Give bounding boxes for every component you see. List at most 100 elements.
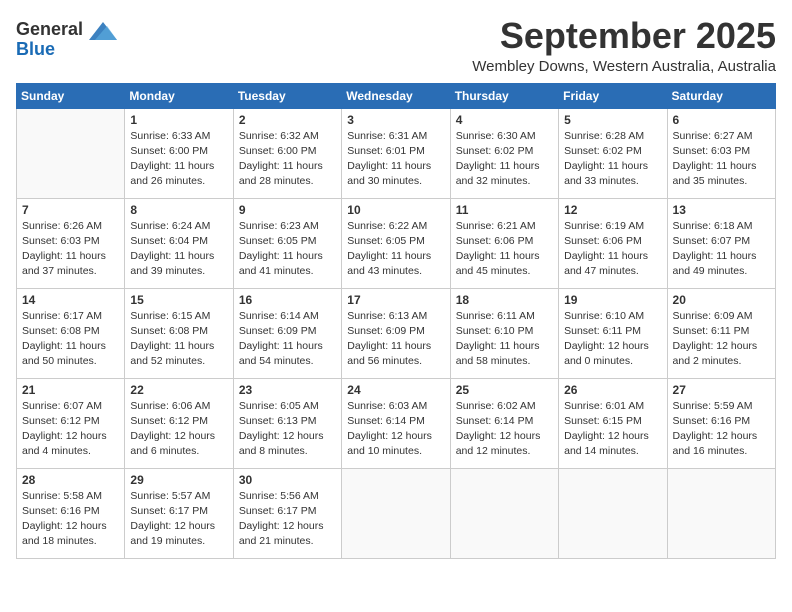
calendar-cell: 25Sunrise: 6:02 AMSunset: 6:14 PMDayligh… (450, 378, 558, 468)
day-info: Sunrise: 5:59 AMSunset: 6:16 PMDaylight:… (673, 399, 770, 460)
calendar-cell: 16Sunrise: 6:14 AMSunset: 6:09 PMDayligh… (233, 288, 341, 378)
calendar-cell: 9Sunrise: 6:23 AMSunset: 6:05 PMDaylight… (233, 198, 341, 288)
day-info: Sunrise: 6:01 AMSunset: 6:15 PMDaylight:… (564, 399, 661, 460)
calendar-cell (342, 468, 450, 558)
week-row-3: 14Sunrise: 6:17 AMSunset: 6:08 PMDayligh… (17, 288, 776, 378)
day-number: 4 (456, 113, 553, 127)
calendar-cell: 4 Sunrise: 6:30 AMSunset: 6:02 PMDaylight… (450, 108, 558, 198)
day-info: Sunrise: 6:26 AMSunset: 6:03 PMDaylight:… (22, 219, 119, 280)
day-info: Sunrise: 6:11 AMSunset: 6:10 PMDaylight:… (456, 309, 553, 370)
calendar-cell: 12 Sunrise: 6:19 AMSunset: 6:06 PMDayligh… (559, 198, 667, 288)
day-number: 10 (347, 203, 444, 217)
day-number: 5 (564, 113, 661, 127)
day-info: Sunrise: 5:57 AMSunset: 6:17 PMDaylight:… (130, 489, 227, 550)
calendar-cell: 27 Sunrise: 5:59 AMSunset: 6:16 PMDayligh… (667, 378, 775, 468)
month-title: September 2025 (472, 16, 776, 56)
calendar-cell: 11 Sunrise: 6:21 AMSunset: 6:06 PMDayligh… (450, 198, 558, 288)
day-number: 1 (130, 113, 227, 127)
day-info: Sunrise: 6:05 AMSunset: 6:13 PMDaylight:… (239, 399, 336, 460)
calendar-body: 1 Sunrise: 6:33 AMSunset: 6:00 PMDaylight… (17, 108, 776, 558)
calendar-cell: 18Sunrise: 6:11 AMSunset: 6:10 PMDayligh… (450, 288, 558, 378)
calendar-cell: 8 Sunrise: 6:24 AMSunset: 6:04 PMDaylight… (125, 198, 233, 288)
calendar-cell: 21 Sunrise: 6:07 AMSunset: 6:12 PMDayligh… (17, 378, 125, 468)
col-header-sunday: Sunday (17, 83, 125, 108)
day-info: Sunrise: 6:06 AMSunset: 6:12 PMDaylight:… (130, 399, 227, 460)
day-info: Sunrise: 6:21 AMSunset: 6:06 PMDaylight:… (456, 219, 553, 280)
calendar-cell: 29 Sunrise: 5:57 AMSunset: 6:17 PMDayligh… (125, 468, 233, 558)
day-number: 2 (239, 113, 336, 127)
calendar-cell: 24Sunrise: 6:03 AMSunset: 6:14 PMDayligh… (342, 378, 450, 468)
day-info: Sunrise: 6:10 AMSunset: 6:11 PMDaylight:… (564, 309, 661, 370)
day-number: 11 (456, 203, 553, 217)
day-number: 6 (673, 113, 770, 127)
title-block: September 2025 Wembley Downs, Western Au… (472, 16, 776, 75)
day-info: Sunrise: 6:24 AMSunset: 6:04 PMDaylight:… (130, 219, 227, 280)
day-number: 17 (347, 293, 444, 307)
day-info: Sunrise: 6:27 AMSunset: 6:03 PMDaylight:… (673, 129, 770, 190)
day-number: 23 (239, 383, 336, 397)
day-info: Sunrise: 6:32 AMSunset: 6:00 PMDaylight:… (239, 129, 336, 190)
calendar-cell: 23 Sunrise: 6:05 AMSunset: 6:13 PMDayligh… (233, 378, 341, 468)
day-number: 21 (22, 383, 119, 397)
logo-blue-text: Blue (16, 39, 55, 59)
calendar-cell: 1 Sunrise: 6:33 AMSunset: 6:00 PMDaylight… (125, 108, 233, 198)
col-header-thursday: Thursday (450, 83, 558, 108)
day-info: Sunrise: 6:31 AMSunset: 6:01 PMDaylight:… (347, 129, 444, 190)
calendar-table: SundayMondayTuesdayWednesdayThursdayFrid… (16, 83, 776, 559)
calendar-cell: 10Sunrise: 6:22 AMSunset: 6:05 PMDayligh… (342, 198, 450, 288)
day-info: Sunrise: 6:14 AMSunset: 6:09 PMDaylight:… (239, 309, 336, 370)
day-info: Sunrise: 6:09 AMSunset: 6:11 PMDaylight:… (673, 309, 770, 370)
day-info: Sunrise: 6:33 AMSunset: 6:00 PMDaylight:… (130, 129, 227, 190)
calendar-cell (667, 468, 775, 558)
day-number: 8 (130, 203, 227, 217)
calendar-cell: 15Sunrise: 6:15 AMSunset: 6:08 PMDayligh… (125, 288, 233, 378)
week-row-4: 21 Sunrise: 6:07 AMSunset: 6:12 PMDayligh… (17, 378, 776, 468)
day-number: 12 (564, 203, 661, 217)
day-info: Sunrise: 6:13 AMSunset: 6:09 PMDaylight:… (347, 309, 444, 370)
calendar-cell (450, 468, 558, 558)
day-number: 28 (22, 473, 119, 487)
day-info: Sunrise: 6:28 AMSunset: 6:02 PMDaylight:… (564, 129, 661, 190)
calendar-cell: 14Sunrise: 6:17 AMSunset: 6:08 PMDayligh… (17, 288, 125, 378)
calendar-cell: 2 Sunrise: 6:32 AMSunset: 6:00 PMDaylight… (233, 108, 341, 198)
calendar-cell: 5 Sunrise: 6:28 AMSunset: 6:02 PMDaylight… (559, 108, 667, 198)
calendar-header: SundayMondayTuesdayWednesdayThursdayFrid… (17, 83, 776, 108)
col-header-wednesday: Wednesday (342, 83, 450, 108)
day-number: 29 (130, 473, 227, 487)
day-number: 7 (22, 203, 119, 217)
day-info: Sunrise: 6:19 AMSunset: 6:06 PMDaylight:… (564, 219, 661, 280)
calendar-cell: 22 Sunrise: 6:06 AMSunset: 6:12 PMDayligh… (125, 378, 233, 468)
day-info: Sunrise: 5:56 AMSunset: 6:17 PMDaylight:… (239, 489, 336, 550)
day-number: 22 (130, 383, 227, 397)
calendar-cell: 17 Sunrise: 6:13 AMSunset: 6:09 PMDayligh… (342, 288, 450, 378)
logo: General Blue (16, 20, 119, 60)
day-number: 26 (564, 383, 661, 397)
day-info: Sunrise: 6:30 AMSunset: 6:02 PMDaylight:… (456, 129, 553, 190)
calendar-cell (17, 108, 125, 198)
day-info: Sunrise: 6:15 AMSunset: 6:08 PMDaylight:… (130, 309, 227, 370)
calendar-cell: 28 Sunrise: 5:58 AMSunset: 6:16 PMDayligh… (17, 468, 125, 558)
col-header-monday: Monday (125, 83, 233, 108)
col-header-friday: Friday (559, 83, 667, 108)
day-number: 30 (239, 473, 336, 487)
day-info: Sunrise: 6:18 AMSunset: 6:07 PMDaylight:… (673, 219, 770, 280)
day-number: 3 (347, 113, 444, 127)
day-number: 27 (673, 383, 770, 397)
col-header-saturday: Saturday (667, 83, 775, 108)
logo-icon (89, 22, 117, 40)
day-number: 13 (673, 203, 770, 217)
day-info: Sunrise: 6:07 AMSunset: 6:12 PMDaylight:… (22, 399, 119, 460)
week-row-1: 1 Sunrise: 6:33 AMSunset: 6:00 PMDaylight… (17, 108, 776, 198)
week-row-2: 7 Sunrise: 6:26 AMSunset: 6:03 PMDaylight… (17, 198, 776, 288)
day-number: 25 (456, 383, 553, 397)
logo-general-text: General (16, 19, 83, 39)
location-title: Wembley Downs, Western Australia, Austra… (472, 58, 776, 75)
calendar-cell: 6 Sunrise: 6:27 AMSunset: 6:03 PMDaylight… (667, 108, 775, 198)
day-info: Sunrise: 5:58 AMSunset: 6:16 PMDaylight:… (22, 489, 119, 550)
calendar-cell: 13 Sunrise: 6:18 AMSunset: 6:07 PMDayligh… (667, 198, 775, 288)
calendar-cell: 19Sunrise: 6:10 AMSunset: 6:11 PMDayligh… (559, 288, 667, 378)
day-number: 24 (347, 383, 444, 397)
week-row-5: 28 Sunrise: 5:58 AMSunset: 6:16 PMDayligh… (17, 468, 776, 558)
calendar-cell: 20 Sunrise: 6:09 AMSunset: 6:11 PMDayligh… (667, 288, 775, 378)
day-number: 20 (673, 293, 770, 307)
